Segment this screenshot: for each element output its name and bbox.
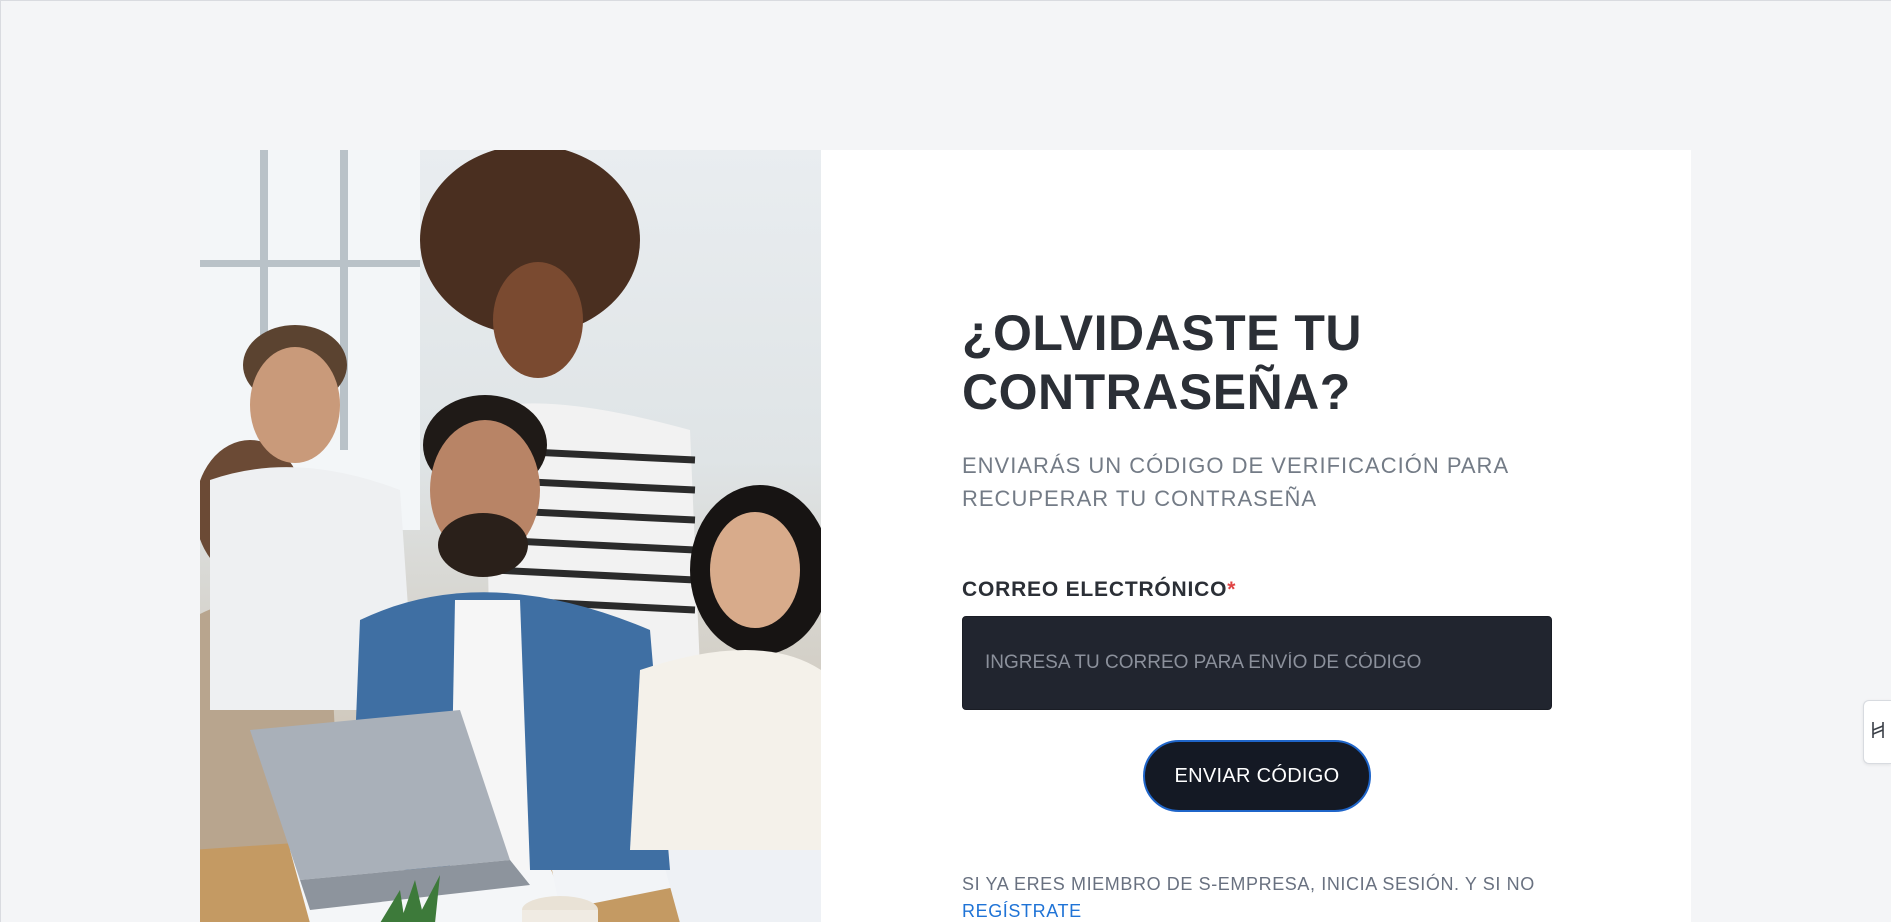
signup-prompt: SI YA ERES MIEMBRO DE S-EMPRESA, INICIA … <box>962 871 1552 922</box>
page-title: ¿OLVIDASTE TU CONTRASEÑA? <box>962 305 1363 420</box>
send-code-button[interactable]: ENVIAR CÓDIGO <box>1143 740 1371 812</box>
forgot-password-card: ¿OLVIDASTE TU CONTRASEÑA? ENVIARÁS UN CÓ… <box>200 150 1691 922</box>
email-label-text: CORREO ELECTRÓNICO <box>962 578 1228 601</box>
collapse-arrows-icon <box>1870 720 1886 745</box>
page-subtitle: ENVIARÁS UN CÓDIGO DE VERIFICACIÓN PARA … <box>962 453 1508 511</box>
forgot-password-form: ¿OLVIDASTE TU CONTRASEÑA? ENVIARÁS UN CÓ… <box>962 304 1552 922</box>
register-link[interactable]: REGÍSTRATE <box>962 901 1082 921</box>
email-field[interactable] <box>962 616 1552 710</box>
page: ¿OLVIDASTE TU CONTRASEÑA? ENVIARÁS UN CÓ… <box>0 0 1891 922</box>
side-panel-toggle[interactable] <box>1863 700 1891 764</box>
submit-row: ENVIAR CÓDIGO <box>962 740 1552 812</box>
email-field-label: CORREO ELECTRÓNICO* <box>962 578 1552 602</box>
team-photo <box>200 150 821 922</box>
signup-prompt-text: SI YA ERES MIEMBRO DE S-EMPRESA, INICIA … <box>962 874 1535 894</box>
required-marker: * <box>1227 578 1237 601</box>
form-panel: ¿OLVIDASTE TU CONTRASEÑA? ENVIARÁS UN CÓ… <box>821 150 1691 922</box>
